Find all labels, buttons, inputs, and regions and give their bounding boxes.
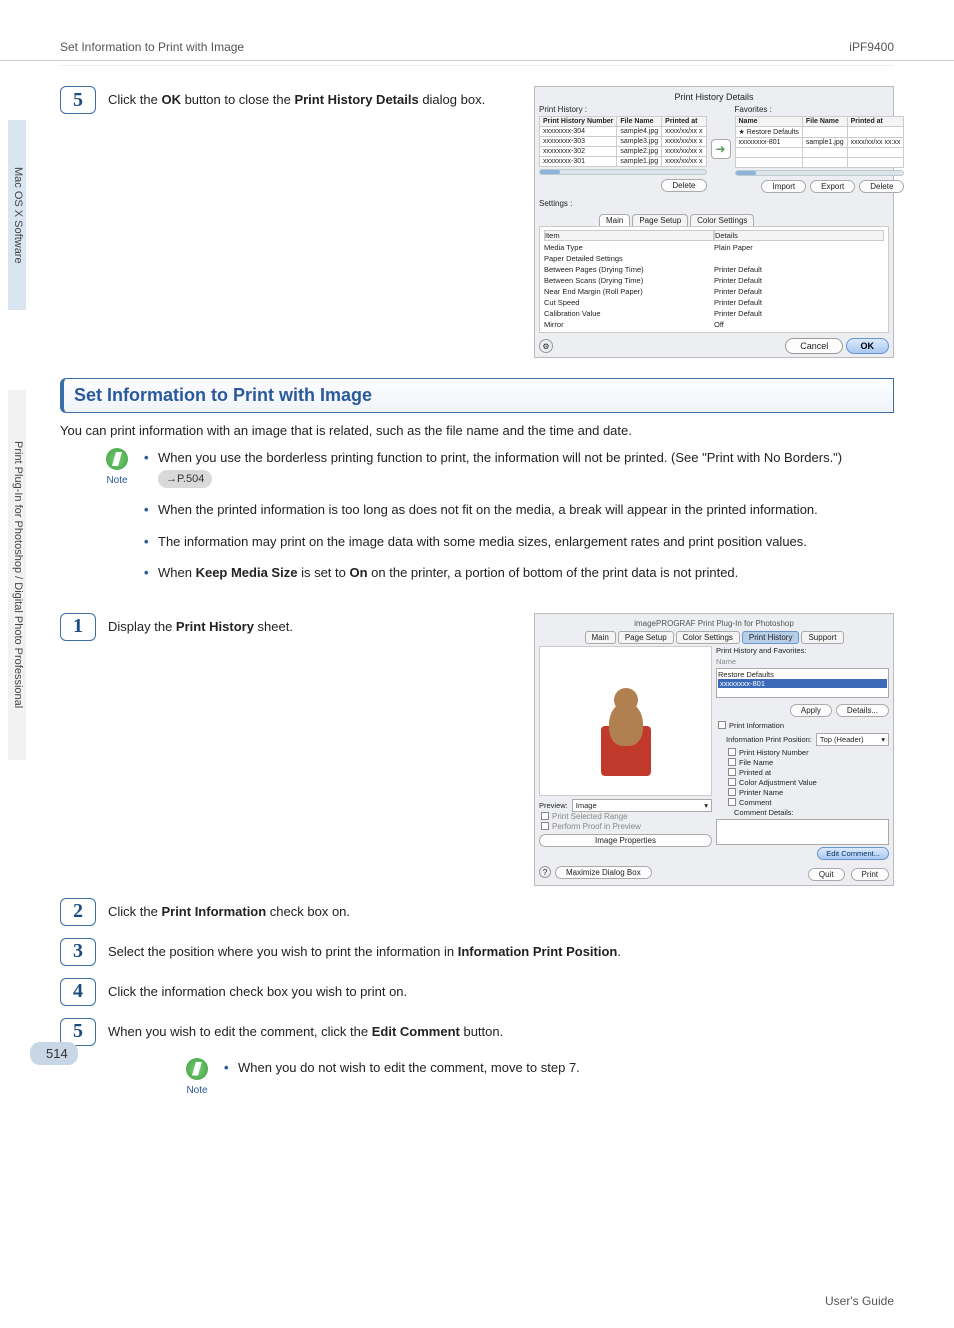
export-button[interactable]: Export: [810, 180, 855, 193]
delete-button[interactable]: Delete: [859, 180, 904, 193]
scrollbar[interactable]: [735, 170, 905, 176]
tab-print-history[interactable]: Print History: [742, 631, 800, 644]
section-heading: Set Information to Print with Image: [60, 378, 894, 413]
section-intro: You can print information with an image …: [60, 423, 894, 438]
chk-printed-at[interactable]: [728, 768, 736, 776]
step-1-badge: 1: [60, 613, 96, 641]
gear-icon[interactable]: ⚙: [539, 339, 553, 353]
step-4-badge: 4: [60, 978, 96, 1006]
comment-details-label: Comment Details:: [716, 808, 889, 817]
chk-comment[interactable]: [728, 798, 736, 806]
scrollbar[interactable]: [539, 169, 707, 175]
header-left: Set Information to Print with Image: [60, 40, 244, 54]
print-history-label: Print History :: [539, 105, 707, 114]
print-plugin-dialog: imagePROGRAF Print Plug-In for Photoshop…: [534, 613, 894, 886]
page-header: Set Information to Print with Image iPF9…: [0, 0, 954, 61]
page-link-504[interactable]: →P.504: [158, 470, 212, 489]
dialog-title: Print History Details: [539, 91, 889, 105]
note-icon: Note: [180, 1058, 214, 1096]
tab-page-setup[interactable]: Page Setup: [618, 631, 674, 644]
note-bullets: When you use the borderless printing fun…: [144, 448, 842, 595]
print-information-checkbox[interactable]: [718, 721, 726, 729]
info-print-position-label: Information Print Position:: [726, 735, 812, 744]
apply-button[interactable]: Apply: [790, 704, 832, 717]
maximize-button[interactable]: Maximize Dialog Box: [555, 866, 652, 879]
chk-file-name[interactable]: [728, 758, 736, 766]
preview-pane: [539, 646, 712, 796]
step-3-text: Select the position where you wish to pr…: [108, 938, 894, 962]
step-2-badge: 2: [60, 898, 96, 926]
sidetab-plugin: Print Plug-In for Photoshop / Digital Ph…: [8, 390, 26, 760]
step-5b-text: When you wish to edit the comment, click…: [108, 1018, 894, 1042]
footer: User's Guide: [0, 1114, 954, 1328]
print-selected-range-checkbox[interactable]: [541, 812, 549, 820]
print-selected-range-label: Print Selected Range: [552, 812, 628, 821]
edit-comment-button[interactable]: Edit Comment...: [817, 847, 889, 860]
step-4-text: Click the information check box you wish…: [108, 978, 894, 1002]
settings-label: Settings :: [539, 199, 889, 208]
chk-color-adjustment[interactable]: [728, 778, 736, 786]
preview-label: Preview:: [539, 801, 568, 810]
step-3-badge: 3: [60, 938, 96, 966]
cancel-button[interactable]: Cancel: [785, 338, 843, 354]
tab-color-settings[interactable]: Color Settings: [690, 214, 754, 226]
favorites-listbox[interactable]: Restore Defaults xxxxxxxx-801: [716, 668, 889, 698]
help-icon[interactable]: ?: [539, 866, 551, 878]
info-print-position-select[interactable]: Top (Header)▾: [816, 733, 889, 746]
page-number: 514: [30, 1042, 78, 1065]
note-bullets: When you do not wish to edit the comment…: [224, 1058, 580, 1096]
step-1-text: Display the Print History sheet.: [108, 613, 522, 637]
image-properties-button[interactable]: Image Properties: [539, 834, 712, 847]
perform-proof-checkbox[interactable]: [541, 822, 549, 830]
tab-color-settings[interactable]: Color Settings: [676, 631, 740, 644]
tab-support[interactable]: Support: [801, 631, 843, 644]
header-right: iPF9400: [849, 40, 894, 54]
print-history-details-dialog: Print History Details Print History : Pr…: [534, 86, 894, 358]
settings-list[interactable]: ItemDetails Media TypePlain Paper Paper …: [539, 226, 889, 333]
sidetab-software: Mac OS X Software: [8, 120, 26, 310]
chk-print-history-number[interactable]: [728, 748, 736, 756]
chk-printer-name[interactable]: [728, 788, 736, 796]
preview-image: [591, 666, 661, 776]
hist-fav-label: Print History and Favorites:: [716, 646, 889, 655]
print-information-label: Print Information: [729, 721, 784, 730]
tab-main[interactable]: Main: [599, 214, 630, 226]
favorites-label: Favorites :: [735, 105, 905, 114]
name-label: Name: [716, 657, 889, 666]
tab-main[interactable]: Main: [585, 631, 616, 644]
perform-proof-label: Perform Proof in Preview: [552, 822, 641, 831]
quit-button[interactable]: Quit: [808, 868, 845, 881]
comment-textarea[interactable]: [716, 819, 889, 845]
print-history-table[interactable]: Print History NumberFile NamePrinted at …: [539, 116, 707, 167]
plugin-title: imagePROGRAF Print Plug-In for Photoshop: [539, 618, 889, 631]
preview-select[interactable]: Image▾: [572, 799, 712, 812]
delete-button[interactable]: Delete: [661, 179, 706, 192]
details-button[interactable]: Details...: [836, 704, 889, 717]
import-button[interactable]: Import: [761, 180, 806, 193]
step-5-badge: 5: [60, 86, 96, 114]
note-icon: Note: [100, 448, 134, 595]
ok-button[interactable]: OK: [846, 338, 890, 354]
add-to-favorites-button[interactable]: ➜: [711, 139, 731, 159]
favorites-table[interactable]: NameFile NamePrinted at ★ Restore Defaul…: [735, 116, 905, 168]
tab-page-setup[interactable]: Page Setup: [632, 214, 688, 226]
step-5-text: Click the OK button to close the Print H…: [108, 86, 522, 110]
print-button[interactable]: Print: [851, 868, 889, 881]
step-2-text: Click the Print Information check box on…: [108, 898, 894, 922]
